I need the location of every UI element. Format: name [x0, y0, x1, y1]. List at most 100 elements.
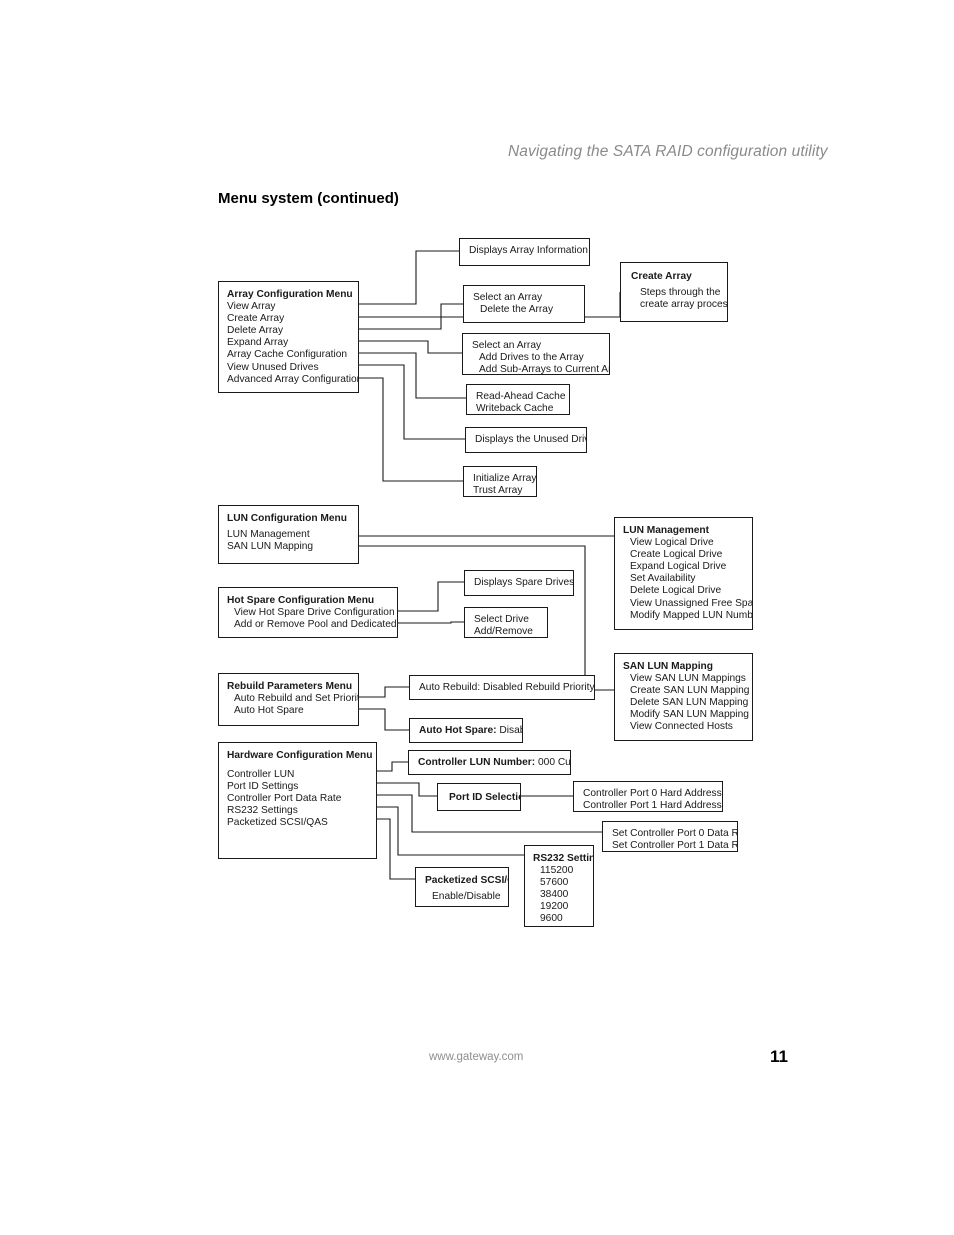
san-lun-mapping-item-view-mappings[interactable]: View SAN LUN Mappings	[623, 673, 752, 685]
menu-item-advanced-array-configuration[interactable]: Advanced Array Configuration	[227, 374, 358, 386]
packetized-scsi-qas-line-1: Enable/Disable	[432, 891, 501, 903]
create-array-title: Create Array	[631, 271, 692, 282]
displays-array-information-box: Displays Array Information	[459, 238, 590, 266]
data-rate-detail-line-2: Set Controller Port 1 Data Rate	[612, 840, 737, 852]
port-id-selection-title: Port ID Selection	[449, 792, 520, 803]
rs232-option-57600[interactable]: 57600	[533, 877, 593, 889]
rebuild-parameters-menu-box[interactable]: Rebuild Parameters Menu Auto Rebuild and…	[218, 673, 359, 726]
san-lun-mapping-item-delete-mapping[interactable]: Delete SAN LUN Mapping	[623, 697, 752, 709]
menu-system-diagram: Array Configuration Menu View Array Crea…	[0, 0, 954, 1235]
advanced-array-detail-line-1: Initialize Array	[473, 473, 537, 484]
rs232-option-9600[interactable]: 9600	[533, 913, 593, 925]
displays-unused-drives-text: Displays the Unused Drives	[475, 434, 586, 445]
array-configuration-menu-box[interactable]: Array Configuration Menu View Array Crea…	[218, 281, 359, 393]
lun-configuration-menu-box[interactable]: LUN Configuration Menu LUN Management SA…	[218, 505, 359, 564]
hard-address-detail-line-2: Controller Port 1 Hard Address: 05	[583, 800, 723, 812]
displays-unused-drives-box: Displays the Unused Drives	[465, 427, 587, 453]
auto-hot-spare-label: Auto Hot Spare:	[419, 725, 497, 736]
lun-management-item-delete-logical-drive[interactable]: Delete Logical Drive	[623, 585, 752, 597]
rs232-setting-box: RS232 Setting 115200 57600 38400 19200 9…	[524, 845, 594, 927]
auto-rebuild-detail-box: Auto Rebuild: Disabled Rebuild Priority:…	[409, 675, 595, 700]
menu-item-controller-lun[interactable]: Controller LUN	[227, 769, 376, 781]
array-configuration-menu-title: Array Configuration Menu	[227, 289, 353, 300]
san-lun-mapping-item-modify-mapping[interactable]: Modify SAN LUN Mapping	[623, 709, 752, 721]
auto-rebuild-detail-text: Auto Rebuild: Disabled Rebuild Priority:…	[419, 682, 595, 693]
lun-management-title: LUN Management	[623, 525, 710, 536]
menu-item-rs232-settings[interactable]: RS232 Settings	[227, 805, 376, 817]
lun-management-item-expand-logical-drive[interactable]: Expand Logical Drive	[623, 561, 752, 573]
expand-array-detail-line-1: Select an Array	[472, 340, 542, 351]
menu-item-san-lun-mapping[interactable]: SAN LUN Mapping	[227, 541, 358, 553]
displays-spare-drives-text: Displays Spare Drives	[474, 577, 574, 588]
menu-item-array-cache-configuration[interactable]: Array Cache Configuration	[227, 349, 358, 361]
menu-item-auto-rebuild-and-set-priority[interactable]: Auto Rebuild and Set Priority	[227, 693, 358, 705]
expand-array-detail-box: Select an Array Add Drives to the Array …	[462, 333, 610, 375]
san-lun-mapping-item-create-mapping[interactable]: Create SAN LUN Mapping	[623, 685, 752, 697]
menu-item-controller-port-data-rate[interactable]: Controller Port Data Rate	[227, 793, 376, 805]
rebuild-parameters-menu-title: Rebuild Parameters Menu	[227, 681, 353, 692]
data-rate-detail-box: Set Controller Port 0 Data Rate Set Cont…	[602, 821, 738, 852]
menu-item-expand-array[interactable]: Expand Array	[227, 337, 358, 349]
menu-item-add-or-remove-pool-and-dedicated-spare[interactable]: Add or Remove Pool and Dedicated Spare	[227, 619, 397, 631]
hot-spare-configuration-menu-title: Hot Spare Configuration Menu	[227, 595, 375, 606]
lun-configuration-menu-title: LUN Configuration Menu	[227, 513, 347, 524]
footer-url[interactable]: www.gateway.com	[429, 1051, 523, 1063]
data-rate-detail-line-1: Set Controller Port 0 Data Rate	[612, 828, 737, 839]
create-array-line-2: create array process.	[640, 299, 728, 311]
menu-item-view-hot-spare-drive-configuration[interactable]: View Hot Spare Drive Configuration	[227, 607, 397, 619]
san-lun-mapping-item-view-connected-hosts[interactable]: View Connected Hosts	[623, 721, 752, 733]
document-page: Navigating the SATA RAID configuration u…	[0, 0, 954, 1235]
advanced-array-detail-line-2: Trust Array	[473, 485, 523, 497]
san-lun-mapping-title: SAN LUN Mapping	[623, 661, 713, 672]
hardware-configuration-menu-box[interactable]: Hardware Configuration Menu Controller L…	[218, 742, 377, 859]
auto-hot-spare-detail-box: Auto Hot Spare: Disabled	[409, 718, 523, 743]
lun-management-box: LUN Management View Logical Drive Create…	[614, 517, 753, 630]
footer-page-number: 11	[770, 1047, 788, 1066]
controller-lun-number-value: 000 Current	[538, 757, 571, 768]
hard-address-detail-line-1: Controller Port 0 Hard Address: 04	[583, 788, 723, 799]
delete-array-detail-box: Select an Array Delete the Array	[463, 285, 585, 323]
lun-management-item-modify-mapped-lun-number[interactable]: Modify Mapped LUN Number	[623, 610, 752, 622]
displays-spare-drives-box: Displays Spare Drives	[464, 570, 574, 596]
port-id-selection-box: Port ID Selection	[437, 783, 521, 811]
menu-item-view-array[interactable]: View Array	[227, 301, 358, 313]
auto-hot-spare-detail-line: Auto Hot Spare: Disabled	[419, 725, 522, 737]
rs232-option-38400[interactable]: 38400	[533, 889, 593, 901]
auto-hot-spare-value-text: Disabled	[499, 725, 522, 736]
expand-array-detail-line-3: Add Sub-Arrays to Current Array	[479, 364, 609, 375]
array-cache-detail-line-1: Read-Ahead Cache	[476, 391, 566, 402]
lun-management-item-view-logical-drive[interactable]: View Logical Drive	[623, 537, 752, 549]
rs232-option-19200[interactable]: 19200	[533, 901, 593, 913]
menu-item-create-array[interactable]: Create Array	[227, 313, 358, 325]
expand-array-detail-line-2: Add Drives to the Array	[479, 352, 584, 364]
menu-item-port-id-settings[interactable]: Port ID Settings	[227, 781, 376, 793]
hardware-configuration-menu-title: Hardware Configuration Menu	[227, 750, 373, 761]
array-cache-detail-box: Read-Ahead Cache Writeback Cache	[466, 384, 570, 415]
hot-spare-configuration-menu-box[interactable]: Hot Spare Configuration Menu View Hot Sp…	[218, 587, 398, 638]
select-drive-detail-line-2: Add/Remove	[474, 626, 533, 638]
advanced-array-detail-box: Initialize Array Trust Array	[463, 466, 537, 497]
packetized-scsi-qas-box: Packetized SCSI/QAS Enable/Disable	[415, 867, 509, 907]
hard-address-detail-box: Controller Port 0 Hard Address: 04 Contr…	[573, 781, 723, 812]
rs232-setting-title: RS232 Setting	[533, 853, 593, 864]
select-drive-detail-line-1: Select Drive	[474, 614, 529, 625]
menu-item-view-unused-drives[interactable]: View Unused Drives	[227, 362, 358, 374]
lun-management-item-create-logical-drive[interactable]: Create Logical Drive	[623, 549, 752, 561]
array-cache-detail-line-2: Writeback Cache	[476, 403, 554, 415]
lun-management-item-view-unassigned-free-space[interactable]: View Unassigned Free Space	[623, 598, 752, 610]
rs232-option-115200[interactable]: 115200	[533, 865, 593, 877]
create-array-box: Create Array Steps through the create ar…	[620, 262, 728, 322]
menu-item-auto-hot-spare[interactable]: Auto Hot Spare	[227, 705, 358, 717]
create-array-line-1: Steps through the	[640, 287, 721, 299]
menu-item-lun-management[interactable]: LUN Management	[227, 529, 358, 541]
delete-array-detail-line-2: Delete the Array	[480, 304, 554, 316]
displays-array-information-text: Displays Array Information	[469, 245, 588, 256]
lun-management-item-set-availability[interactable]: Set Availability	[623, 573, 752, 585]
controller-lun-number-box: Controller LUN Number: 000 Current	[408, 750, 571, 775]
delete-array-detail-line-1: Select an Array	[473, 292, 543, 303]
controller-lun-number-label: Controller LUN Number:	[418, 757, 536, 768]
menu-item-delete-array[interactable]: Delete Array	[227, 325, 358, 337]
menu-item-packetized-scsi-qas[interactable]: Packetized SCSI/QAS	[227, 817, 376, 829]
select-drive-detail-box: Select Drive Add/Remove	[464, 607, 548, 638]
controller-lun-number-line: Controller LUN Number: 000 Current	[418, 757, 570, 769]
